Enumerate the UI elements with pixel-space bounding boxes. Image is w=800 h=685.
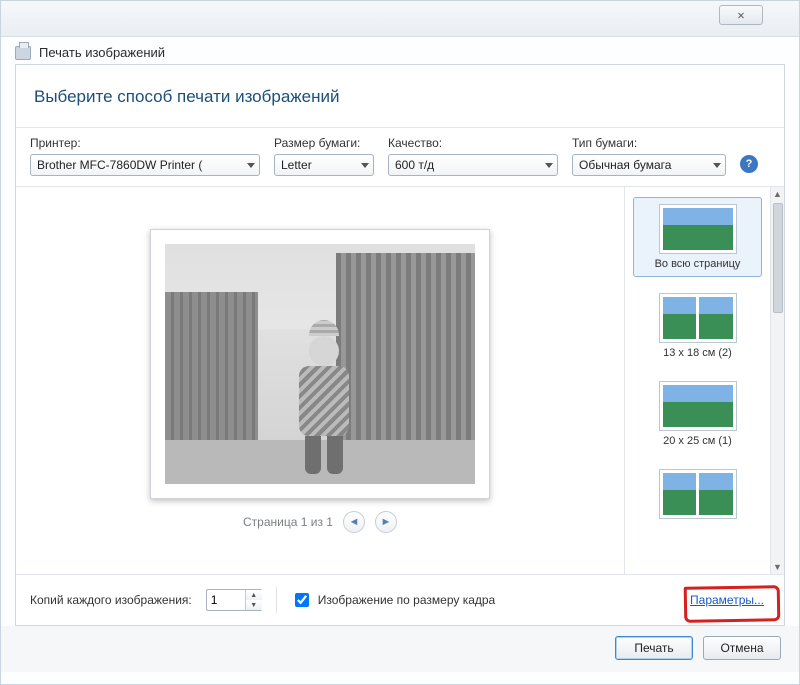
- printer-icon: [15, 46, 31, 60]
- quality-value: 600 т/д: [395, 158, 434, 172]
- paper-type-value: Обычная бумага: [579, 158, 671, 172]
- copies-input[interactable]: [207, 593, 245, 607]
- chevron-down-icon: [713, 163, 721, 168]
- copies-label: Копий каждого изображения:: [30, 593, 192, 607]
- scroll-up-icon[interactable]: ▲: [771, 187, 784, 201]
- help-icon[interactable]: ?: [740, 155, 758, 173]
- fit-frame-input[interactable]: [295, 593, 309, 607]
- print-pictures-dialog: ✕ Печать изображений Выберите способ печ…: [0, 0, 800, 685]
- options-link[interactable]: Параметры...: [690, 593, 764, 607]
- paper-type-label: Тип бумаги:: [572, 136, 726, 150]
- main-panel: Выберите способ печати изображений Принт…: [15, 64, 785, 626]
- copies-down-button[interactable]: ▼: [246, 600, 262, 610]
- paper-size-label: Размер бумаги:: [274, 136, 374, 150]
- divider: [276, 587, 277, 613]
- quality-select[interactable]: 600 т/д: [388, 154, 558, 176]
- print-button[interactable]: Печать: [615, 636, 693, 660]
- layout-thumb: [659, 204, 737, 254]
- page-heading: Выберите способ печати изображений: [16, 65, 784, 128]
- page-preview: [150, 229, 490, 499]
- layout-option[interactable]: 20 x 25 см (1): [633, 375, 762, 453]
- layout-option[interactable]: [633, 463, 762, 529]
- scroll-down-icon[interactable]: ▼: [771, 560, 784, 574]
- paper-type-select[interactable]: Обычная бумага: [572, 154, 726, 176]
- printer-label: Принтер:: [30, 136, 260, 150]
- scrollbar[interactable]: ▲ ▼: [770, 187, 784, 574]
- printer-select[interactable]: Brother MFC-7860DW Printer (: [30, 154, 260, 176]
- layout-label: 20 x 25 см (1): [663, 435, 732, 447]
- page-nav: Страница 1 из 1 ◄ ►: [243, 511, 397, 533]
- window-title: Печать изображений: [39, 45, 165, 60]
- close-icon: ✕: [737, 8, 744, 22]
- paper-size-select[interactable]: Letter: [274, 154, 374, 176]
- options-row: Принтер: Brother MFC-7860DW Printer ( Ра…: [16, 128, 784, 187]
- layout-option[interactable]: 13 x 18 см (2): [633, 287, 762, 365]
- layout-thumb: [659, 469, 737, 519]
- page-nav-text: Страница 1 из 1: [243, 515, 333, 529]
- quality-label: Качество:: [388, 136, 558, 150]
- preview-area: Страница 1 из 1 ◄ ►: [16, 187, 624, 574]
- dialog-buttons: Печать Отмена: [1, 626, 799, 672]
- layout-label: 13 x 18 см (2): [663, 347, 732, 359]
- title-row: Печать изображений: [1, 37, 799, 64]
- prev-page-button[interactable]: ◄: [343, 511, 365, 533]
- layouts-sidebar: Во всю страницу 13 x 18 см (2) 20 x 25 см …: [624, 187, 784, 574]
- printer-value: Brother MFC-7860DW Printer (: [37, 158, 202, 172]
- paper-size-value: Letter: [281, 158, 312, 172]
- fit-frame-label: Изображение по размеру кадра: [318, 593, 495, 607]
- photo-preview: [165, 244, 475, 484]
- next-page-button[interactable]: ►: [375, 511, 397, 533]
- chevron-down-icon: [247, 163, 255, 168]
- chevron-down-icon: [545, 163, 553, 168]
- cancel-button[interactable]: Отмена: [703, 636, 781, 660]
- fit-frame-checkbox[interactable]: Изображение по размеру кадра: [291, 590, 495, 610]
- middle-area: Страница 1 из 1 ◄ ► Во всю страницу 13 x …: [16, 187, 784, 575]
- layout-thumb: [659, 381, 737, 431]
- window-close-button[interactable]: ✕: [719, 5, 763, 25]
- titlebar: ✕: [1, 1, 799, 37]
- layout-label: Во всю страницу: [655, 258, 741, 270]
- layout-option[interactable]: Во всю страницу: [633, 197, 762, 277]
- bottom-row: Копий каждого изображения: ▲ ▼ Изображен…: [16, 575, 784, 625]
- copies-up-button[interactable]: ▲: [246, 590, 262, 600]
- scroll-thumb[interactable]: [773, 203, 783, 313]
- chevron-down-icon: [361, 163, 369, 168]
- copies-spinner[interactable]: ▲ ▼: [206, 589, 262, 611]
- layout-thumb: [659, 293, 737, 343]
